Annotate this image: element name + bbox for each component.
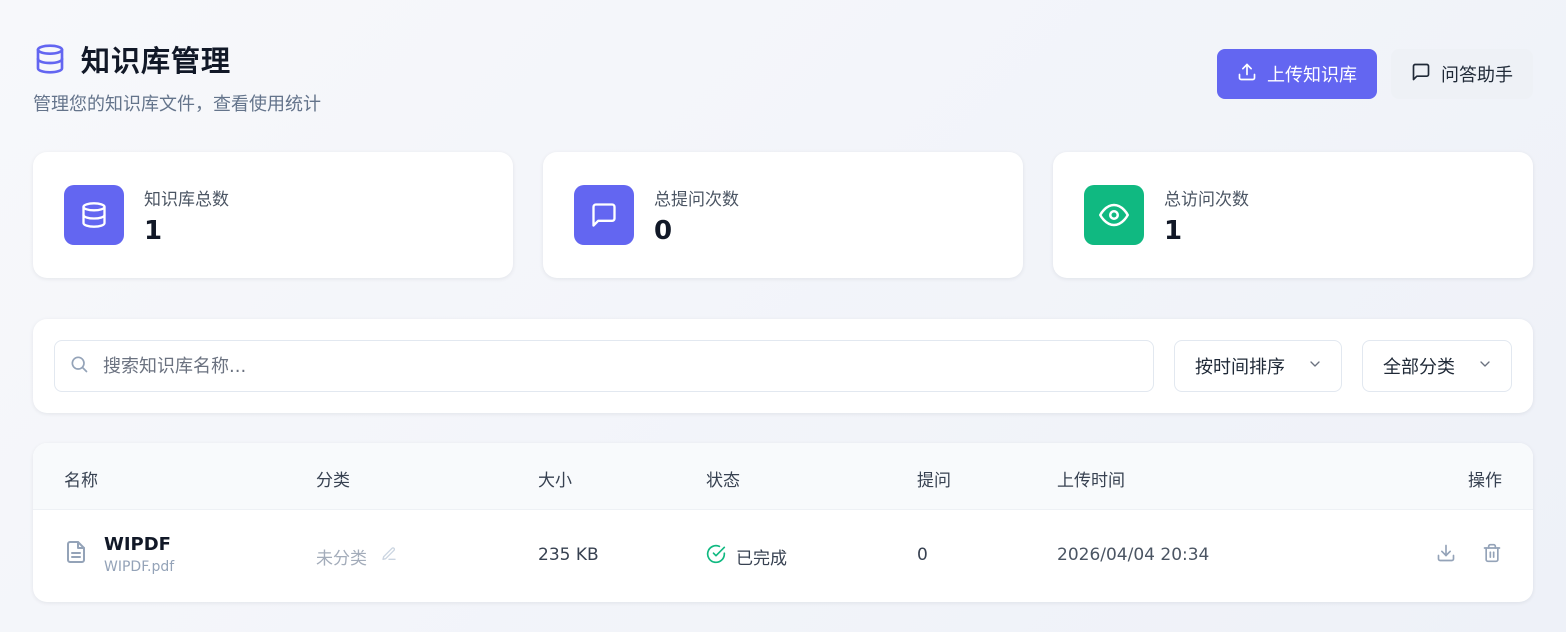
row-actions xyxy=(1436,543,1502,568)
trash-icon[interactable] xyxy=(1482,543,1502,568)
stat-value: 1 xyxy=(1164,215,1183,246)
database-icon xyxy=(64,185,124,245)
sort-select-label: 按时间排序 xyxy=(1195,357,1285,378)
upload-button-label: 上传知识库 xyxy=(1267,65,1357,86)
table-header: 名称 分类 大小 状态 提问 上传时间 操作 xyxy=(33,443,1533,510)
message-icon xyxy=(574,185,634,245)
database-icon xyxy=(33,42,67,76)
page-title: 知识库管理 xyxy=(81,44,232,78)
search-icon xyxy=(69,354,89,378)
questions-value: 0 xyxy=(917,545,928,565)
header-name: 名称 xyxy=(64,471,98,491)
file-icon xyxy=(64,539,88,570)
search-box[interactable] xyxy=(54,340,1154,392)
file-name: WIPDF xyxy=(104,534,171,555)
chevron-down-icon xyxy=(1307,356,1323,377)
stat-label: 总提问次数 xyxy=(654,189,739,210)
table-row[interactable]: WIPDF WIPDF.pdf 未分类 235 KB 已完成 0 2026/04… xyxy=(33,510,1533,602)
category-select-label: 全部分类 xyxy=(1383,357,1455,378)
download-icon[interactable] xyxy=(1436,543,1456,568)
header-actions: 操作 xyxy=(1468,471,1502,491)
stat-card-total-visits: 总访问次数 1 xyxy=(1053,152,1533,278)
stat-label: 总访问次数 xyxy=(1164,189,1249,210)
header-actions: 上传知识库 问答助手 xyxy=(1217,49,1533,99)
stat-text: 知识库总数 1 xyxy=(144,185,229,246)
search-input[interactable] xyxy=(103,355,1153,377)
stats-row: 知识库总数 1 总提问次数 0 总访问次数 1 xyxy=(33,152,1533,278)
eye-icon xyxy=(1084,185,1144,245)
stat-card-total-questions: 总提问次数 0 xyxy=(543,152,1023,278)
kb-table: 名称 分类 大小 状态 提问 上传时间 操作 WIPDF WIPDF.pdf 未… xyxy=(33,443,1533,602)
category-cell[interactable]: 未分类 xyxy=(316,544,397,569)
stat-value: 1 xyxy=(144,215,163,246)
assistant-button[interactable]: 问答助手 xyxy=(1391,49,1533,99)
chevron-down-icon xyxy=(1477,356,1493,377)
message-icon xyxy=(1411,62,1431,87)
file-name-cell: WIPDF WIPDF.pdf xyxy=(104,534,174,575)
stat-text: 总访问次数 1 xyxy=(1164,185,1249,246)
status-badge: 已完成 xyxy=(706,544,787,569)
stat-card-total-kb: 知识库总数 1 xyxy=(33,152,513,278)
header-upload-time: 上传时间 xyxy=(1057,471,1125,491)
header-questions: 提问 xyxy=(917,471,951,491)
header-status: 状态 xyxy=(706,471,740,491)
sort-select[interactable]: 按时间排序 xyxy=(1174,340,1342,392)
pencil-icon[interactable] xyxy=(381,546,397,567)
stat-text: 总提问次数 0 xyxy=(654,185,739,246)
status-value: 已完成 xyxy=(736,549,787,569)
file-filename: WIPDF.pdf xyxy=(104,559,175,575)
upload-time-value: 2026/04/04 20:34 xyxy=(1057,545,1210,565)
page-header: 知识库管理 管理您的知识库文件，查看使用统计 上传知识库 问答助手 xyxy=(33,38,1533,118)
header-size: 大小 xyxy=(538,471,572,491)
stat-label: 知识库总数 xyxy=(144,189,229,210)
header-category: 分类 xyxy=(316,471,350,491)
check-circle-icon xyxy=(706,544,726,569)
upload-button[interactable]: 上传知识库 xyxy=(1217,49,1377,99)
category-value: 未分类 xyxy=(316,549,367,569)
assistant-button-label: 问答助手 xyxy=(1441,65,1513,86)
size-value: 235 KB xyxy=(538,545,599,565)
stat-value: 0 xyxy=(654,215,673,246)
upload-icon xyxy=(1237,62,1257,87)
category-select[interactable]: 全部分类 xyxy=(1362,340,1512,392)
filter-bar: 按时间排序 全部分类 xyxy=(33,319,1533,413)
